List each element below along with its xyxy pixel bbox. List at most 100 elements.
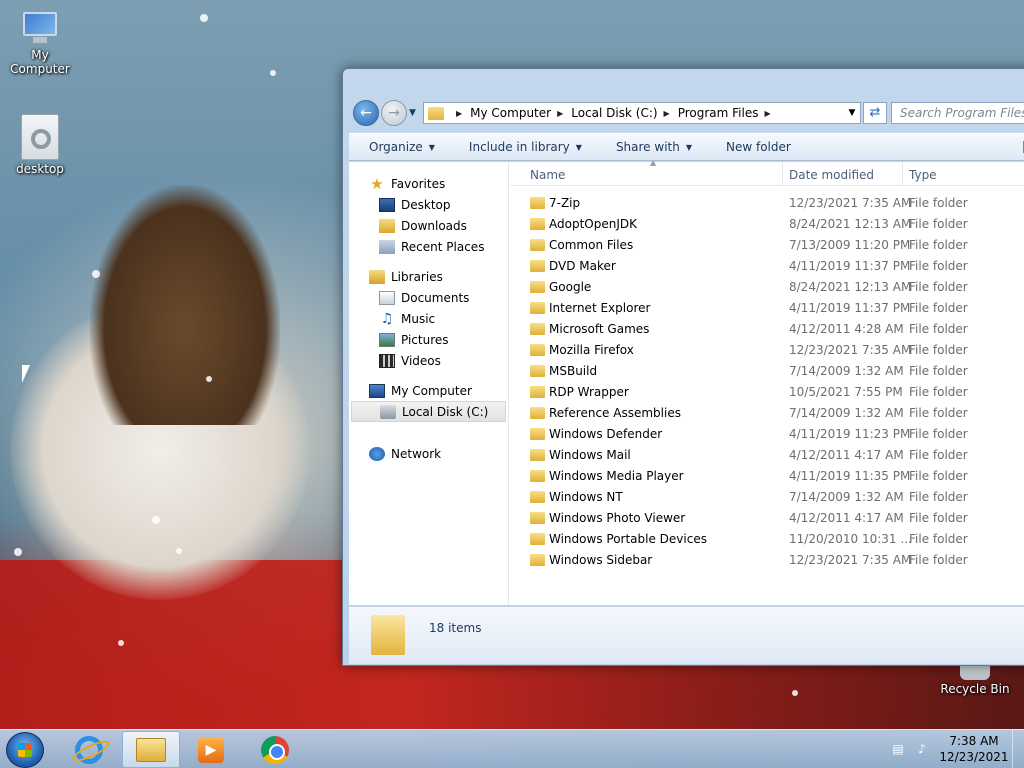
network-tray-icon[interactable]: ▤ xyxy=(890,742,906,756)
include-in-library-button[interactable]: Include in library ▼ xyxy=(449,140,596,154)
file-row[interactable]: Mozilla Firefox 12/23/2021 7:35 AM File fo… xyxy=(510,340,1024,361)
folder-icon xyxy=(530,554,545,566)
start-button[interactable] xyxy=(6,732,44,768)
desktop-icon xyxy=(379,197,395,212)
nav-my-computer[interactable]: My Computer xyxy=(349,380,508,401)
file-name: Reference Assemblies xyxy=(549,406,681,420)
folder-icon xyxy=(530,428,545,440)
nav-desktop[interactable]: Desktop xyxy=(349,194,508,215)
file-date: 12/23/2021 7:35 AM xyxy=(789,343,912,357)
nav-favorites[interactable]: ★ Favorites xyxy=(349,173,508,194)
show-desktop-button[interactable] xyxy=(1012,730,1024,768)
back-button[interactable]: ← xyxy=(353,100,379,126)
file-row[interactable]: Windows Portable Devices 11/20/2010 10:31… xyxy=(510,529,1024,550)
file-date: 7/14/2009 1:32 AM xyxy=(789,406,904,420)
address-bar[interactable]: ▶ My Computer ▶ Local Disk (C:) ▶ Progra… xyxy=(423,102,861,124)
new-folder-label: New folder xyxy=(726,140,791,154)
nav-pictures[interactable]: Pictures xyxy=(349,329,508,350)
nav-downloads[interactable]: Downloads xyxy=(349,215,508,236)
file-row[interactable]: Common Files 7/13/2009 11:20 PM File folde… xyxy=(510,235,1024,256)
file-date: 4/12/2011 4:28 AM xyxy=(789,322,904,336)
nav-label: Documents xyxy=(401,290,470,305)
search-input[interactable]: Search Program Files xyxy=(891,102,1024,124)
folder-icon xyxy=(530,449,545,461)
nav-network[interactable]: Network xyxy=(349,443,508,464)
file-row[interactable]: Internet Explorer 4/11/2019 11:37 PM File … xyxy=(510,298,1024,319)
file-row[interactable]: Google 8/24/2021 12:13 AM File folder xyxy=(510,277,1024,298)
nav-local-disk[interactable]: Local Disk (C:) xyxy=(351,401,506,422)
clock[interactable]: 7:38 AM 12/23/2021 xyxy=(938,733,1010,765)
downloads-icon xyxy=(379,218,395,233)
breadcrumb-item[interactable]: My Computer xyxy=(470,106,551,120)
file-row[interactable]: Windows Defender 4/11/2019 11:23 PM File f… xyxy=(510,424,1024,445)
file-date: 4/12/2011 4:17 AM xyxy=(789,511,904,525)
chevron-right-icon[interactable]: ▶ xyxy=(764,109,770,118)
media-player-icon: ▶ xyxy=(198,736,224,763)
drive-icon xyxy=(380,404,396,419)
snowflake xyxy=(176,548,182,554)
file-row[interactable]: Windows Mail 4/12/2011 4:17 AM File folder xyxy=(510,445,1024,466)
new-folder-button[interactable]: New folder xyxy=(706,140,805,154)
desktop-icon-desktop[interactable]: desktop xyxy=(0,114,80,176)
nav-libraries[interactable]: Libraries xyxy=(349,266,508,287)
file-name: Windows Sidebar xyxy=(549,553,653,567)
file-type: File folder xyxy=(909,553,968,567)
command-bar: Organize ▼ Include in library ▼ Share with… xyxy=(349,133,1024,161)
nav-documents[interactable]: Documents xyxy=(349,287,508,308)
snowflake xyxy=(152,516,160,524)
taskbar-chrome[interactable] xyxy=(246,731,304,768)
file-name: MSBuild xyxy=(549,364,598,378)
file-row[interactable]: Windows Media Player 4/11/2019 11:35 PM Fi… xyxy=(510,466,1024,487)
refresh-button[interactable]: ⇄ xyxy=(863,102,887,124)
taskbar-media-player[interactable]: ▶ xyxy=(182,731,240,768)
folder-icon xyxy=(530,365,545,377)
snowflake xyxy=(200,14,208,22)
file-row[interactable]: RDP Wrapper 10/5/2021 7:55 PM File folder xyxy=(510,382,1024,403)
file-row[interactable]: Windows Photo Viewer 4/12/2011 4:17 AM Fil… xyxy=(510,508,1024,529)
videos-icon xyxy=(379,353,395,368)
clock-time: 7:38 AM xyxy=(949,734,999,748)
column-header-date[interactable]: Date modified xyxy=(789,168,874,182)
file-row[interactable]: Reference Assemblies 7/14/2009 1:32 AM Fil… xyxy=(510,403,1024,424)
column-header-type[interactable]: Type xyxy=(909,168,937,182)
nav-recent-places[interactable]: Recent Places xyxy=(349,236,508,257)
file-row[interactable]: 7-Zip 12/23/2021 7:35 AM File folder xyxy=(510,193,1024,214)
taskbar-windows-explorer[interactable] xyxy=(122,731,180,768)
file-row[interactable]: DVD Maker 4/11/2019 11:37 PM File folder xyxy=(510,256,1024,277)
folder-icon xyxy=(530,302,545,314)
recent-pages-dropdown[interactable]: ▼ xyxy=(409,108,416,118)
internet-explorer-icon xyxy=(75,735,103,764)
file-date: 12/23/2021 7:35 AM xyxy=(789,553,912,567)
file-row[interactable]: MSBuild 7/14/2009 1:32 AM File folder xyxy=(510,361,1024,382)
breadcrumb-item[interactable]: Program Files xyxy=(678,106,759,120)
column-header-name[interactable]: Name xyxy=(530,168,565,182)
file-row[interactable]: Windows Sidebar 12/23/2021 7:35 AM File fo… xyxy=(510,550,1024,571)
file-type: File folder xyxy=(909,280,968,294)
nav-music[interactable]: ♫ Music xyxy=(349,308,508,329)
file-row[interactable]: AdoptOpenJDK 8/24/2021 12:13 AM File folde… xyxy=(510,214,1024,235)
chevron-right-icon[interactable]: ▶ xyxy=(664,109,670,118)
chevron-right-icon[interactable]: ▶ xyxy=(557,109,563,118)
forward-button[interactable]: → xyxy=(381,100,407,126)
folder-icon xyxy=(530,344,545,356)
file-name: AdoptOpenJDK xyxy=(549,217,637,231)
column-divider[interactable] xyxy=(902,162,903,186)
file-row[interactable]: Windows NT 7/14/2009 1:32 AM File folder xyxy=(510,487,1024,508)
sort-ascending-icon: ▲ xyxy=(650,158,657,167)
chevron-right-icon[interactable]: ▶ xyxy=(456,109,462,118)
file-type: File folder xyxy=(909,406,968,420)
chevron-down-icon[interactable]: ▼ xyxy=(844,108,860,118)
volume-icon[interactable]: ♪ xyxy=(914,742,930,756)
breadcrumb-item[interactable]: Local Disk (C:) xyxy=(571,106,657,120)
address-row: ← → ▼ ▶ My Computer ▶ Local Disk (C:) ▶ … xyxy=(351,100,1024,128)
share-with-button[interactable]: Share with ▼ xyxy=(596,140,706,154)
documents-icon xyxy=(379,290,395,305)
organize-button[interactable]: Organize ▼ xyxy=(349,140,449,154)
desktop-icon-my-computer[interactable]: My Computer xyxy=(0,10,80,76)
column-divider[interactable] xyxy=(782,162,783,186)
nav-videos[interactable]: Videos xyxy=(349,350,508,371)
file-type: File folder xyxy=(909,238,968,252)
mouse-cursor xyxy=(22,365,30,383)
file-row[interactable]: Microsoft Games 4/12/2011 4:28 AM File fol… xyxy=(510,319,1024,340)
taskbar-internet-explorer[interactable] xyxy=(60,731,118,768)
